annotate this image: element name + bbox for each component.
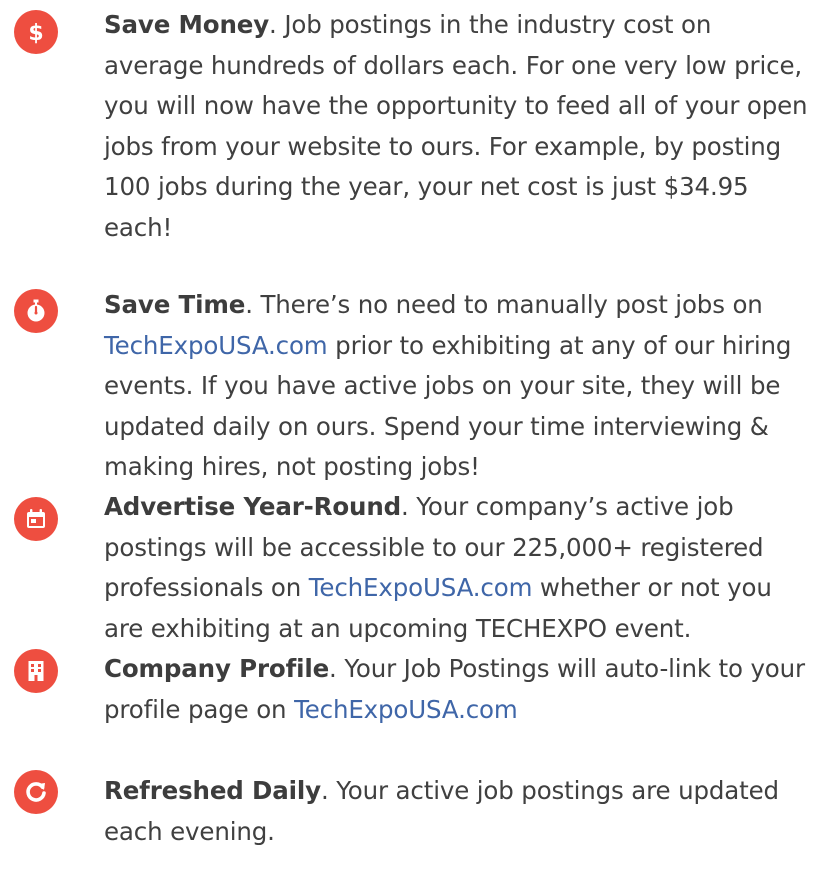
stopwatch-icon bbox=[14, 289, 58, 333]
benefit-title: Advertise Year-Round bbox=[104, 492, 402, 521]
benefit-title: Refreshed Daily bbox=[104, 776, 321, 805]
building-icon bbox=[14, 649, 58, 693]
techexpo-link[interactable]: TechExpoUSA.com bbox=[309, 573, 533, 602]
benefit-title: Company Profile bbox=[104, 654, 330, 683]
benefit-description: . There’s no need to manually post jobs … bbox=[245, 290, 763, 319]
benefit-description: . Job postings in the industry cost on a… bbox=[104, 10, 808, 242]
benefit-text: Refreshed Daily. Your active job posting… bbox=[104, 771, 818, 852]
benefit-text: Save Money. Job postings in the industry… bbox=[104, 5, 818, 248]
benefit-text: Save Time. There’s no need to manually p… bbox=[104, 285, 818, 488]
techexpo-link[interactable]: TechExpoUSA.com bbox=[104, 331, 328, 360]
dollar-icon: $ bbox=[14, 10, 58, 54]
svg-text:$: $ bbox=[28, 21, 43, 45]
benefit-text: Advertise Year-Round. Your company’s act… bbox=[104, 487, 818, 649]
techexpo-link[interactable]: TechExpoUSA.com bbox=[294, 695, 518, 724]
benefits-list: $ Save Money. Job postings in the indust… bbox=[0, 0, 831, 880]
benefit-text: Company Profile. Your Job Postings will … bbox=[104, 649, 818, 730]
benefit-title: Save Time bbox=[104, 290, 246, 319]
benefit-title: Save Money bbox=[104, 10, 270, 39]
calendar-icon bbox=[14, 497, 58, 541]
refresh-icon bbox=[14, 770, 58, 814]
